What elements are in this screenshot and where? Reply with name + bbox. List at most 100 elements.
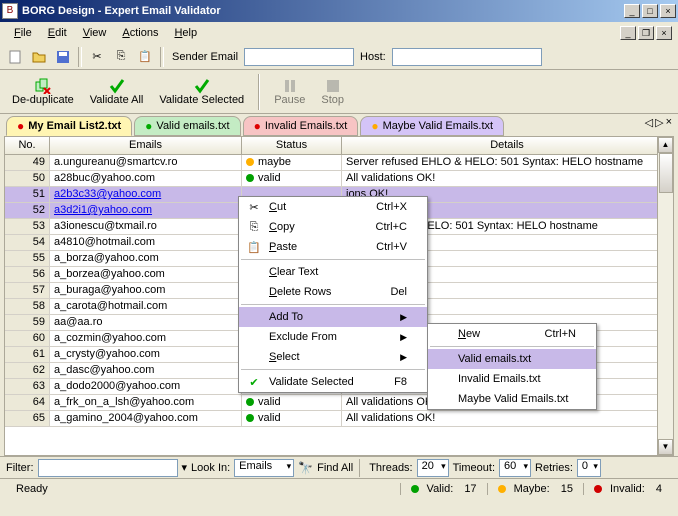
tab-maybe-valid-emails[interactable]: ●Maybe Valid Emails.txt	[360, 116, 504, 136]
col-details[interactable]: Details	[342, 137, 673, 154]
ctx-addto-valid[interactable]: Valid emails.txt	[428, 349, 596, 369]
bullet-icon: ●	[145, 119, 152, 133]
status-bar: Ready Valid: 17 Maybe: 15 Invalid: 4	[0, 478, 678, 498]
ctx-validate-selected[interactable]: ✔Validate SelectedF8	[239, 372, 427, 392]
menu-edit[interactable]: Edit	[40, 25, 75, 41]
ctx-exclude-from[interactable]: Exclude From▶	[239, 327, 427, 347]
ctx-cut[interactable]: ✂CutCtrl+X	[239, 197, 427, 217]
timeout-combo[interactable]: 60	[499, 459, 531, 477]
lookin-label: Look In:	[191, 462, 230, 474]
context-menu: ✂CutCtrl+X ⎘CopyCtrl+C 📋PasteCtrl+V Clea…	[238, 196, 428, 393]
row-email: a_crysty@yahoo.com	[50, 347, 242, 362]
row-details: Server refused EHLO & HELO: 501 Syntax: …	[342, 155, 673, 170]
ctx-select[interactable]: Select▶	[239, 347, 427, 367]
row-email: a_frk_on_a_lsh@yahoo.com	[50, 395, 242, 410]
email-link[interactable]: a3d2i1@yahoo.com	[54, 204, 152, 216]
scroll-thumb[interactable]	[659, 153, 673, 193]
mdi-restore-button[interactable]: ❐	[638, 26, 654, 40]
deduplicate-icon	[35, 78, 51, 94]
scroll-down-button[interactable]: ▼	[658, 439, 673, 455]
close-button[interactable]: ×	[660, 4, 676, 18]
row-number: 50	[5, 171, 50, 186]
paste-icon: 📋	[243, 241, 265, 254]
cut-button[interactable]: ✂	[86, 46, 108, 68]
menu-file[interactable]: File	[6, 25, 40, 41]
tab-next-button[interactable]: ▷	[655, 116, 663, 129]
bullet-icon: ●	[254, 119, 261, 133]
stop-icon	[325, 78, 341, 94]
vertical-scrollbar[interactable]: ▲ ▼	[657, 137, 673, 455]
tab-close-button[interactable]: ×	[666, 116, 672, 129]
menu-actions[interactable]: Actions	[114, 25, 166, 41]
table-row[interactable]: 65a_gamino_2004@yahoo.comvalidAll valida…	[5, 411, 673, 427]
menu-help[interactable]: Help	[166, 25, 205, 41]
tab-prev-button[interactable]: ◁	[645, 116, 653, 129]
binoculars-icon: 🔭	[298, 461, 313, 475]
table-row[interactable]: 50a28buc@yahoo.comvalidAll validations O…	[5, 171, 673, 187]
row-status: maybe	[242, 155, 342, 170]
ctx-copy[interactable]: ⎘CopyCtrl+C	[239, 217, 427, 237]
row-number: 58	[5, 299, 50, 314]
col-emails[interactable]: Emails	[50, 137, 242, 154]
submenu-arrow-icon: ▶	[400, 352, 407, 363]
filter-input[interactable]	[38, 459, 178, 477]
row-number: 53	[5, 219, 50, 234]
ctx-addto-maybe[interactable]: Maybe Valid Emails.txt	[428, 389, 596, 409]
maybe-dot-icon	[246, 158, 254, 166]
valid-dot-icon	[246, 174, 254, 182]
stop-button[interactable]: Stop	[315, 76, 350, 108]
save-file-button[interactable]	[52, 46, 74, 68]
row-email: a_borzea@yahoo.com	[50, 267, 242, 282]
host-input[interactable]	[392, 48, 542, 66]
row-status: valid	[242, 411, 342, 426]
valid-dot-icon	[246, 398, 254, 406]
ctx-addto-invalid[interactable]: Invalid Emails.txt	[428, 369, 596, 389]
open-file-button[interactable]	[28, 46, 50, 68]
find-all-button[interactable]: Find All	[317, 462, 353, 474]
ctx-add-to[interactable]: Add To▶	[239, 307, 427, 327]
validate-all-icon	[109, 78, 125, 94]
ctx-addto-new[interactable]: NewCtrl+N	[428, 324, 596, 344]
ctx-delete-rows[interactable]: Delete RowsDel	[239, 282, 427, 302]
new-file-button[interactable]	[4, 46, 26, 68]
action-bar: De-duplicate Validate All Validate Selec…	[0, 70, 678, 114]
row-number: 54	[5, 235, 50, 250]
row-number: 56	[5, 267, 50, 282]
lookin-combo[interactable]: Emails	[234, 459, 294, 477]
status-invalid: Invalid: 4	[584, 483, 672, 495]
tab-my-email-list[interactable]: ●My Email List2.txt	[6, 116, 132, 136]
minimize-button[interactable]: _	[624, 4, 640, 18]
mdi-close-button[interactable]: ×	[656, 26, 672, 40]
mdi-minimize-button[interactable]: _	[620, 26, 636, 40]
sender-email-label: Sender Email	[168, 51, 242, 63]
copy-button[interactable]: ⎘	[110, 46, 132, 68]
retries-combo[interactable]: 0	[577, 459, 601, 477]
threads-combo[interactable]: 20	[417, 459, 449, 477]
filter-label: Filter:	[6, 462, 34, 474]
validate-selected-button[interactable]: Validate Selected	[153, 76, 250, 108]
paste-button[interactable]: 📋	[134, 46, 156, 68]
row-number: 51	[5, 187, 50, 202]
timeout-label: Timeout:	[453, 462, 495, 474]
tab-valid-emails[interactable]: ●Valid emails.txt	[134, 116, 240, 136]
row-details: All validations OK!	[342, 171, 673, 186]
submenu-arrow-icon: ▶	[400, 312, 407, 323]
scroll-up-button[interactable]: ▲	[658, 137, 673, 153]
table-row[interactable]: 49a.ungureanu@smartcv.romaybeServer refu…	[5, 155, 673, 171]
filter-dropdown-button[interactable]: ▾	[182, 461, 188, 474]
deduplicate-button[interactable]: De-duplicate	[6, 76, 80, 108]
sender-email-input[interactable]	[244, 48, 354, 66]
row-number: 64	[5, 395, 50, 410]
col-status[interactable]: Status	[242, 137, 342, 154]
tab-invalid-emails[interactable]: ●Invalid Emails.txt	[243, 116, 359, 136]
row-email: a_dasc@yahoo.com	[50, 363, 242, 378]
ctx-clear-text[interactable]: Clear Text	[239, 262, 427, 282]
menu-view[interactable]: View	[75, 25, 115, 41]
ctx-paste[interactable]: 📋PasteCtrl+V	[239, 237, 427, 257]
maximize-button[interactable]: □	[642, 4, 658, 18]
email-link[interactable]: a2b3c33@yahoo.com	[54, 188, 161, 200]
bullet-icon: ●	[371, 119, 378, 133]
col-no[interactable]: No.	[5, 137, 50, 154]
pause-button[interactable]: Pause	[268, 76, 311, 108]
validate-all-button[interactable]: Validate All	[84, 76, 150, 108]
